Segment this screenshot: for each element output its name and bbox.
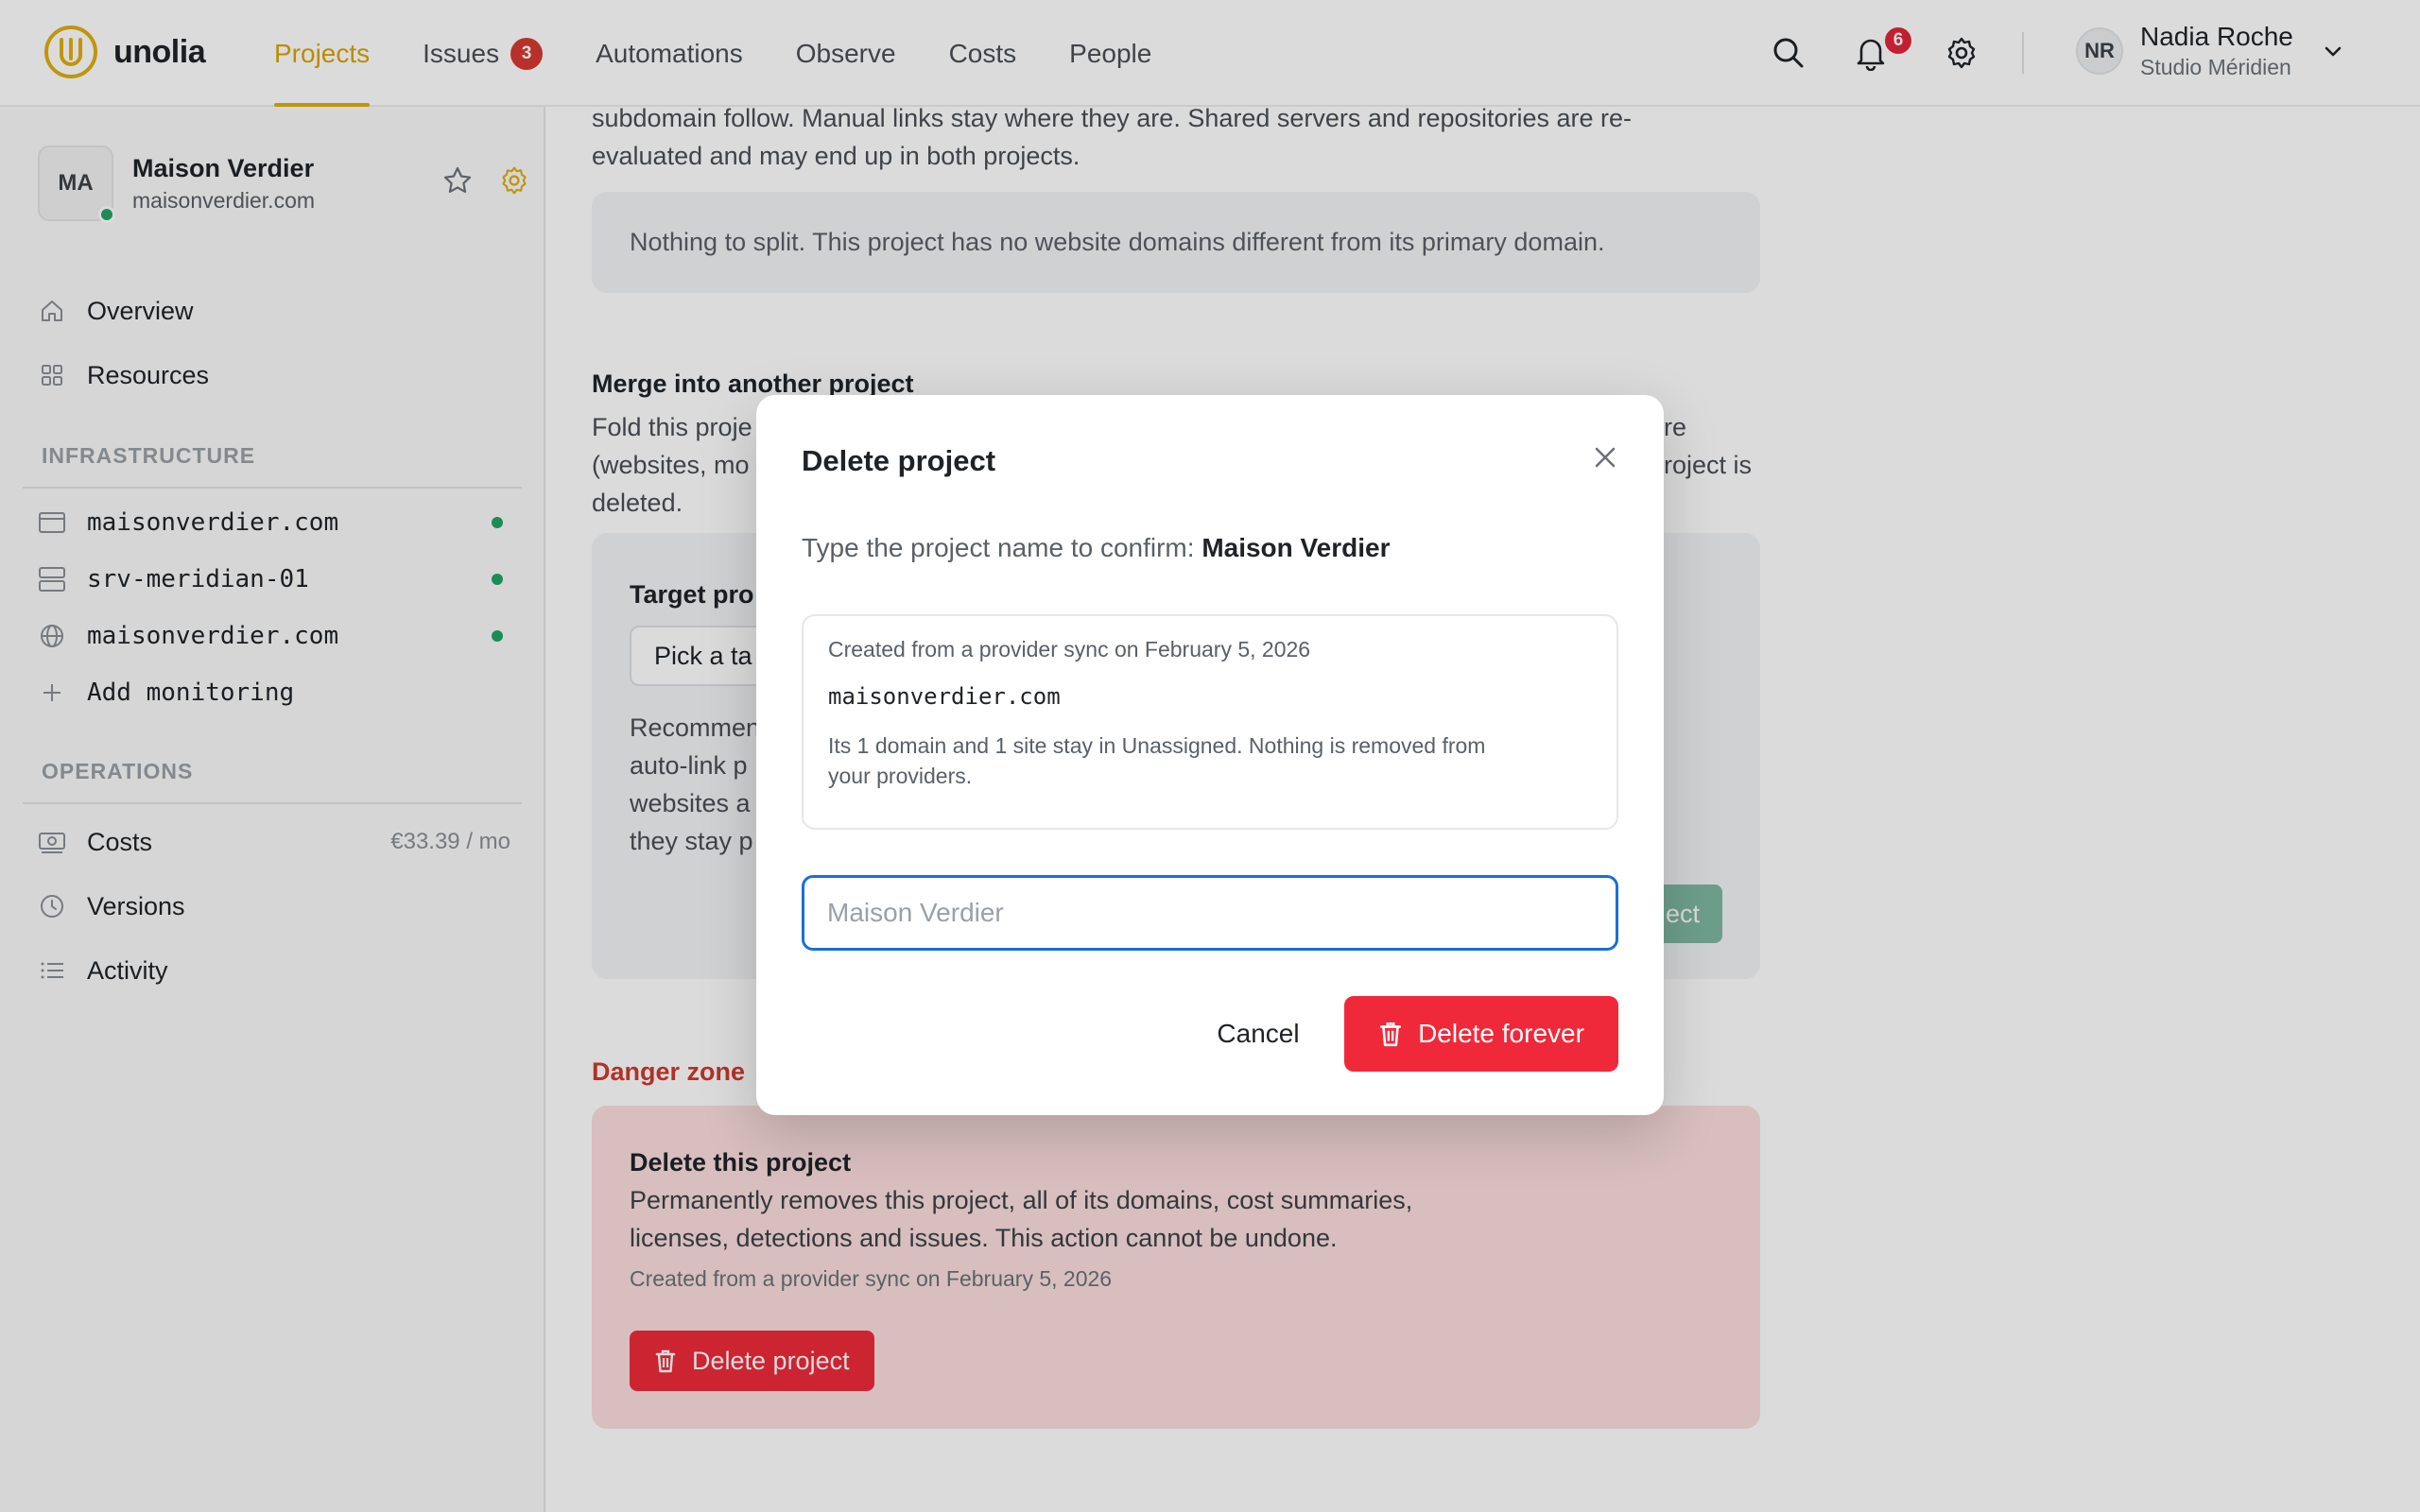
confirm-project-name: Maison Verdier [1201,533,1391,562]
trash-icon [1380,1022,1402,1047]
info-note-line-2: your providers. [828,764,973,788]
dialog-title: Delete project [802,444,996,477]
info-domain: maisonverdier.com [828,683,1061,710]
delete-project-dialog: Delete project Type the project name to … [756,395,1664,1115]
dialog-close-button[interactable] [1586,438,1624,476]
cancel-button[interactable]: Cancel [1197,996,1320,1072]
info-note-line-1: Its 1 domain and 1 site stay in Unassign… [828,733,1486,758]
delete-forever-button[interactable]: Delete forever [1344,996,1618,1072]
close-icon [1595,447,1616,468]
delete-forever-label: Delete forever [1418,1019,1584,1048]
info-note: Its 1 domain and 1 site stay in Unassign… [828,730,1592,791]
confirm-name-input[interactable] [802,875,1618,951]
info-created: Created from a provider sync on February… [828,637,1311,662]
confirm-instruction-text: Type the project name to confirm: [802,533,1195,562]
confirm-instruction: Type the project name to confirm: Maison… [802,533,1391,563]
cancel-button-label: Cancel [1217,1019,1300,1048]
project-info-box: Created from a provider sync on February… [802,614,1618,830]
